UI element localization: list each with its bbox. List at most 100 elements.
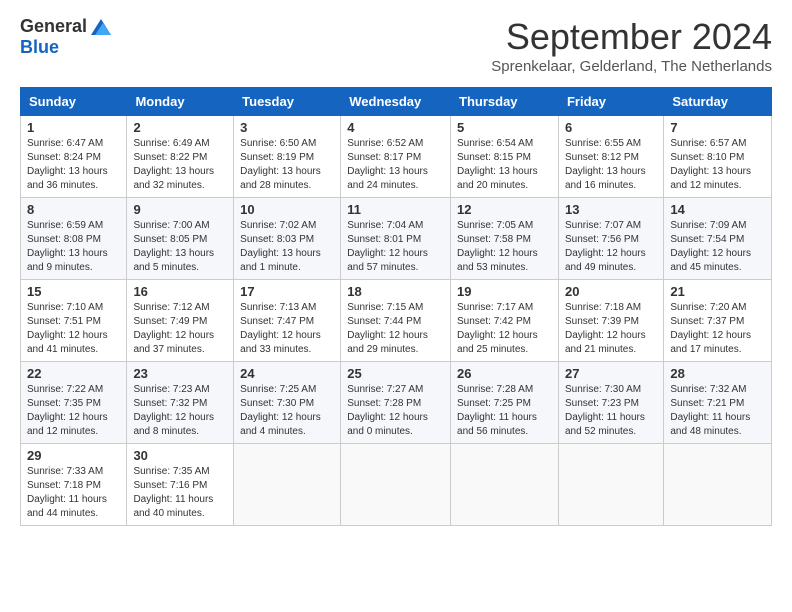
calendar-cell: 26Sunrise: 7:28 AMSunset: 7:25 PMDayligh…	[451, 362, 559, 444]
calendar-table: SundayMondayTuesdayWednesdayThursdayFrid…	[20, 87, 772, 526]
weekday-header-friday: Friday	[558, 88, 663, 116]
day-info: Sunrise: 7:23 AMSunset: 7:32 PMDaylight:…	[133, 383, 227, 439]
day-number: 19	[457, 284, 552, 299]
day-number: 20	[565, 284, 657, 299]
day-number: 8	[27, 202, 120, 217]
calendar-week-row-2: 8 Sunrise: 6:59 AMSunset: 8:08 PMDaylight…	[21, 198, 772, 280]
calendar-cell: 9 Sunrise: 7:00 AMSunset: 8:05 PMDaylight…	[127, 198, 234, 280]
day-number: 26	[457, 366, 552, 381]
day-number: 24	[240, 366, 334, 381]
calendar-cell: 2Sunrise: 6:49 AMSunset: 8:22 PMDaylight…	[127, 116, 234, 198]
calendar-cell: 12 Sunrise: 7:05 AMSunset: 7:58 PMDayligh…	[451, 198, 559, 280]
day-number: 2	[133, 120, 227, 135]
calendar-cell	[451, 444, 559, 526]
day-info: Sunrise: 6:52 AMSunset: 8:17 PMDaylight:…	[347, 137, 444, 193]
day-info: Sunrise: 7:25 AMSunset: 7:30 PMDaylight:…	[240, 383, 334, 439]
calendar-cell: 29 Sunrise: 7:33 AMSunset: 7:18 PMDayligh…	[21, 444, 127, 526]
calendar-cell: 27 Sunrise: 7:30 AMSunset: 7:23 PMDayligh…	[558, 362, 663, 444]
logo-general-text: General	[20, 16, 87, 37]
calendar-cell: 19 Sunrise: 7:17 AMSunset: 7:42 PMDayligh…	[451, 280, 559, 362]
logo-blue-text: Blue	[20, 37, 59, 58]
calendar-cell: 15Sunrise: 7:10 AMSunset: 7:51 PMDayligh…	[21, 280, 127, 362]
calendar-cell: 23Sunrise: 7:23 AMSunset: 7:32 PMDayligh…	[127, 362, 234, 444]
calendar-cell: 20Sunrise: 7:18 AMSunset: 7:39 PMDayligh…	[558, 280, 663, 362]
month-title: September 2024	[491, 16, 772, 58]
calendar-week-row-1: 1 Sunrise: 6:47 AMSunset: 8:24 PMDaylight…	[21, 116, 772, 198]
calendar-cell: 14 Sunrise: 7:09 AMSunset: 7:54 PMDayligh…	[664, 198, 772, 280]
day-info: Sunrise: 6:50 AMSunset: 8:19 PMDaylight:…	[240, 137, 334, 193]
day-number: 18	[347, 284, 444, 299]
day-info: Sunrise: 7:22 AMSunset: 7:35 PMDaylight:…	[27, 383, 120, 439]
day-info: Sunrise: 7:04 AMSunset: 8:01 PMDaylight:…	[347, 219, 444, 275]
day-number: 6	[565, 120, 657, 135]
logo-icon	[89, 17, 113, 37]
day-info: Sunrise: 6:57 AMSunset: 8:10 PMDaylight:…	[670, 137, 765, 193]
calendar-cell	[341, 444, 451, 526]
day-number: 22	[27, 366, 120, 381]
day-info: Sunrise: 7:00 AMSunset: 8:05 PMDaylight:…	[133, 219, 227, 275]
location-subtitle: Sprenkelaar, Gelderland, The Netherlands	[491, 58, 772, 75]
day-number: 16	[133, 284, 227, 299]
calendar-cell	[234, 444, 341, 526]
day-number: 30	[133, 448, 227, 463]
day-info: Sunrise: 7:33 AMSunset: 7:18 PMDaylight:…	[27, 465, 120, 521]
calendar-cell: 5 Sunrise: 6:54 AMSunset: 8:15 PMDaylight…	[451, 116, 559, 198]
calendar-cell: 17 Sunrise: 7:13 AMSunset: 7:47 PMDayligh…	[234, 280, 341, 362]
day-info: Sunrise: 7:13 AMSunset: 7:47 PMDaylight:…	[240, 301, 334, 357]
weekday-header-saturday: Saturday	[664, 88, 772, 116]
calendar-cell: 25 Sunrise: 7:27 AMSunset: 7:28 PMDayligh…	[341, 362, 451, 444]
day-info: Sunrise: 7:27 AMSunset: 7:28 PMDaylight:…	[347, 383, 444, 439]
day-info: Sunrise: 6:54 AMSunset: 8:15 PMDaylight:…	[457, 137, 552, 193]
logo: General Blue	[20, 16, 113, 58]
day-number: 17	[240, 284, 334, 299]
calendar-cell: 7Sunrise: 6:57 AMSunset: 8:10 PMDaylight…	[664, 116, 772, 198]
weekday-header-row: SundayMondayTuesdayWednesdayThursdayFrid…	[21, 88, 772, 116]
calendar-cell: 21 Sunrise: 7:20 AMSunset: 7:37 PMDayligh…	[664, 280, 772, 362]
day-info: Sunrise: 6:47 AMSunset: 8:24 PMDaylight:…	[27, 137, 120, 193]
calendar-week-row-3: 15Sunrise: 7:10 AMSunset: 7:51 PMDayligh…	[21, 280, 772, 362]
day-number: 1	[27, 120, 120, 135]
day-info: Sunrise: 7:10 AMSunset: 7:51 PMDaylight:…	[27, 301, 120, 357]
day-info: Sunrise: 7:17 AMSunset: 7:42 PMDaylight:…	[457, 301, 552, 357]
calendar-cell	[558, 444, 663, 526]
calendar-cell: 13 Sunrise: 7:07 AMSunset: 7:56 PMDayligh…	[558, 198, 663, 280]
day-number: 5	[457, 120, 552, 135]
day-number: 27	[565, 366, 657, 381]
weekday-header-thursday: Thursday	[451, 88, 559, 116]
day-info: Sunrise: 7:02 AMSunset: 8:03 PMDaylight:…	[240, 219, 334, 275]
day-number: 14	[670, 202, 765, 217]
day-number: 25	[347, 366, 444, 381]
day-info: Sunrise: 7:07 AMSunset: 7:56 PMDaylight:…	[565, 219, 657, 275]
day-number: 12	[457, 202, 552, 217]
header: General Blue September 2024 Sprenkelaar,…	[20, 16, 772, 75]
day-number: 21	[670, 284, 765, 299]
calendar-cell: 24 Sunrise: 7:25 AMSunset: 7:30 PMDayligh…	[234, 362, 341, 444]
calendar-cell: 8 Sunrise: 6:59 AMSunset: 8:08 PMDaylight…	[21, 198, 127, 280]
day-info: Sunrise: 7:05 AMSunset: 7:58 PMDaylight:…	[457, 219, 552, 275]
calendar-cell: 22 Sunrise: 7:22 AMSunset: 7:35 PMDayligh…	[21, 362, 127, 444]
page: General Blue September 2024 Sprenkelaar,…	[0, 0, 792, 542]
calendar-cell: 6Sunrise: 6:55 AMSunset: 8:12 PMDaylight…	[558, 116, 663, 198]
day-info: Sunrise: 7:12 AMSunset: 7:49 PMDaylight:…	[133, 301, 227, 357]
day-info: Sunrise: 7:09 AMSunset: 7:54 PMDaylight:…	[670, 219, 765, 275]
day-number: 13	[565, 202, 657, 217]
weekday-header-wednesday: Wednesday	[341, 88, 451, 116]
calendar-cell: 18 Sunrise: 7:15 AMSunset: 7:44 PMDayligh…	[341, 280, 451, 362]
day-info: Sunrise: 7:35 AMSunset: 7:16 PMDaylight:…	[133, 465, 227, 521]
day-number: 3	[240, 120, 334, 135]
day-info: Sunrise: 7:30 AMSunset: 7:23 PMDaylight:…	[565, 383, 657, 439]
calendar-cell: 28Sunrise: 7:32 AMSunset: 7:21 PMDayligh…	[664, 362, 772, 444]
calendar-cell: 1 Sunrise: 6:47 AMSunset: 8:24 PMDaylight…	[21, 116, 127, 198]
day-info: Sunrise: 7:15 AMSunset: 7:44 PMDaylight:…	[347, 301, 444, 357]
day-info: Sunrise: 7:20 AMSunset: 7:37 PMDaylight:…	[670, 301, 765, 357]
day-number: 9	[133, 202, 227, 217]
calendar-cell: 11 Sunrise: 7:04 AMSunset: 8:01 PMDayligh…	[341, 198, 451, 280]
day-number: 11	[347, 202, 444, 217]
calendar-cell: 3 Sunrise: 6:50 AMSunset: 8:19 PMDaylight…	[234, 116, 341, 198]
day-number: 29	[27, 448, 120, 463]
day-number: 28	[670, 366, 765, 381]
title-block: September 2024 Sprenkelaar, Gelderland, …	[491, 16, 772, 75]
calendar-week-row-5: 29 Sunrise: 7:33 AMSunset: 7:18 PMDayligh…	[21, 444, 772, 526]
calendar-cell: 10Sunrise: 7:02 AMSunset: 8:03 PMDayligh…	[234, 198, 341, 280]
day-info: Sunrise: 6:59 AMSunset: 8:08 PMDaylight:…	[27, 219, 120, 275]
